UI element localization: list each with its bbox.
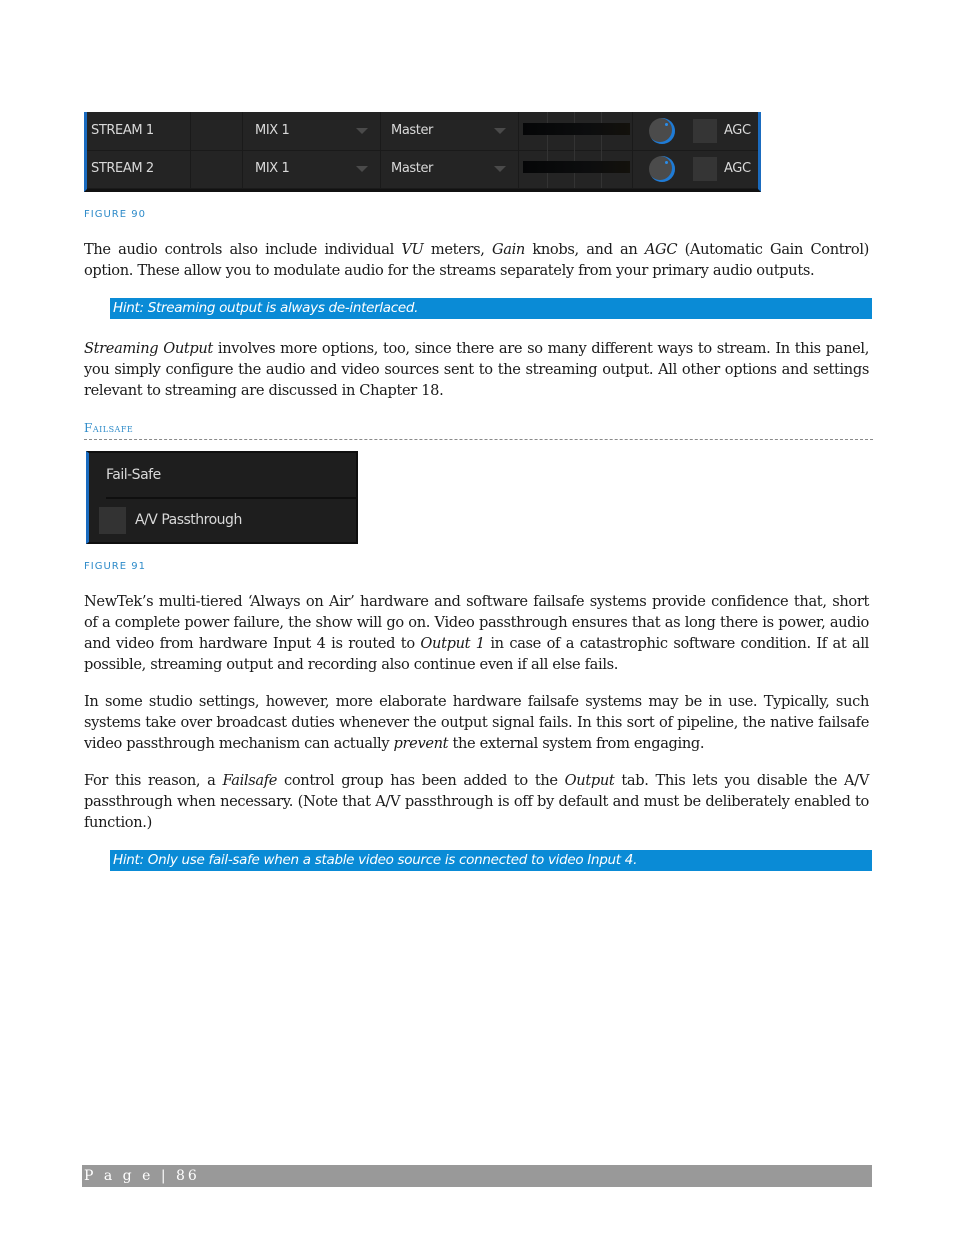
paragraph-audio-controls: The audio controls also include individu… bbox=[84, 239, 869, 281]
chevron-down-icon bbox=[356, 166, 368, 172]
text: For this reason, a bbox=[84, 772, 223, 789]
audio-source-value: Master bbox=[391, 161, 433, 176]
video-source-value: MIX 1 bbox=[255, 123, 290, 138]
emphasis: VU bbox=[401, 241, 424, 258]
chevron-down-icon bbox=[356, 128, 368, 134]
vu-meter bbox=[519, 112, 633, 150]
chevron-down-icon bbox=[494, 128, 506, 134]
emphasis: Streaming Output bbox=[84, 340, 213, 357]
audio-source-dropdown[interactable]: Master bbox=[381, 112, 519, 150]
av-passthrough-toggle[interactable]: A/V Passthrough bbox=[89, 499, 356, 542]
gain-knob-indicator bbox=[665, 161, 668, 164]
emphasis: AGC bbox=[644, 241, 678, 258]
failsafe-panel-title: Fail-Safe bbox=[106, 453, 356, 499]
vu-meter-bar bbox=[523, 123, 630, 135]
section-heading: Failsafe bbox=[84, 421, 134, 435]
hint-box: Hint: Streaming output is always de-inte… bbox=[110, 298, 872, 319]
gain-knob[interactable] bbox=[649, 156, 675, 182]
emphasis: Output bbox=[564, 772, 615, 789]
video-source-value: MIX 1 bbox=[255, 161, 290, 176]
audio-source-dropdown[interactable]: Master bbox=[381, 150, 519, 188]
page-footer: P a g e | 86 bbox=[82, 1165, 872, 1187]
agc-checkbox[interactable] bbox=[693, 119, 717, 143]
gain-knob-indicator bbox=[665, 123, 668, 126]
text: control group has been added to the bbox=[277, 772, 565, 789]
section-divider bbox=[84, 439, 873, 440]
emphasis: Failsafe bbox=[222, 772, 278, 789]
vu-meter-bar bbox=[523, 161, 630, 173]
video-source-dropdown[interactable]: MIX 1 bbox=[243, 150, 381, 188]
stream-spacer bbox=[191, 150, 243, 188]
stream-row: STREAM 2 MIX 1 Master AGC bbox=[87, 150, 758, 189]
chevron-down-icon bbox=[494, 166, 506, 172]
vu-meter bbox=[519, 150, 633, 188]
stream-row: STREAM 1 MIX 1 Master AGC bbox=[87, 112, 758, 151]
stream-spacer bbox=[191, 112, 243, 150]
failsafe-panel: Fail-Safe A/V Passthrough bbox=[86, 451, 358, 544]
paragraph-streaming-output: Streaming Output involves more options, … bbox=[84, 338, 869, 401]
text: the external system from engaging. bbox=[448, 735, 705, 752]
paragraph-failsafe-control: For this reason, a Failsafe control grou… bbox=[84, 770, 869, 833]
av-passthrough-label: A/V Passthrough bbox=[135, 512, 242, 528]
text: meters, bbox=[423, 241, 492, 258]
emphasis: Gain bbox=[491, 241, 525, 258]
emphasis: Output 1 bbox=[420, 635, 485, 652]
agc-checkbox[interactable] bbox=[693, 157, 717, 181]
text: The audio controls also include individu… bbox=[84, 241, 402, 258]
emphasis: prevent bbox=[393, 735, 449, 752]
figure-caption: FIGURE 90 bbox=[84, 209, 146, 220]
text: knobs, and an bbox=[524, 241, 645, 258]
stream-name: STREAM 1 bbox=[87, 112, 191, 150]
figure-caption: FIGURE 91 bbox=[84, 561, 146, 572]
stream-name: STREAM 2 bbox=[87, 150, 191, 188]
av-passthrough-checkbox[interactable] bbox=[99, 507, 126, 534]
agc-label: AGC bbox=[724, 161, 751, 176]
audio-source-value: Master bbox=[391, 123, 433, 138]
video-source-dropdown[interactable]: MIX 1 bbox=[243, 112, 381, 150]
gain-knob[interactable] bbox=[649, 118, 675, 144]
paragraph-studio-settings: In some studio settings, however, more e… bbox=[84, 691, 869, 754]
hint-box: Hint: Only use fail-safe when a stable v… bbox=[110, 850, 872, 871]
paragraph-always-on-air: NewTek’s multi-tiered ‘Always on Air’ ha… bbox=[84, 591, 869, 675]
agc-label: AGC bbox=[724, 123, 751, 138]
stream-output-panel: STREAM 1 MIX 1 Master AGC STREAM 2 MIX 1… bbox=[84, 112, 761, 192]
